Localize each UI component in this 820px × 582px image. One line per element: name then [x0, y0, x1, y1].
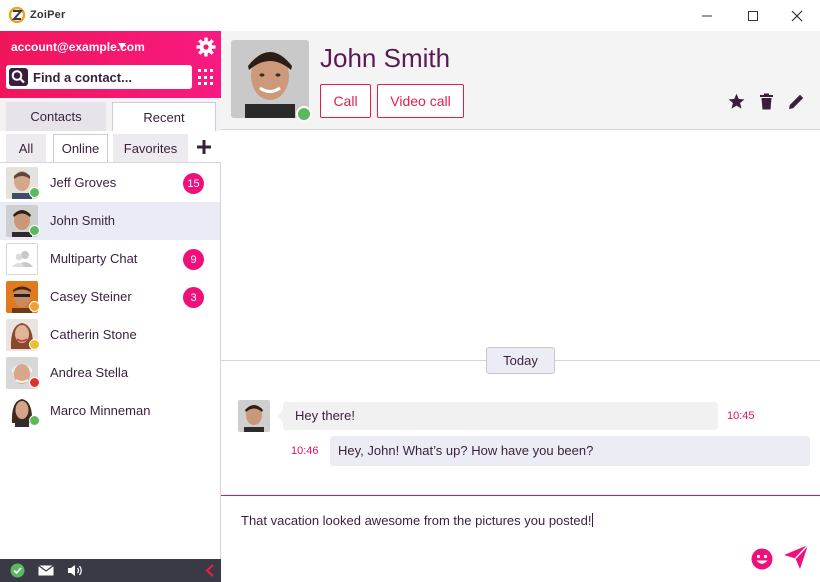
contact-name: Andrea Stella	[50, 365, 129, 380]
contact-search	[6, 65, 192, 89]
avatar	[238, 400, 270, 432]
status-online-icon	[296, 106, 312, 122]
call-button[interactable]: Call	[320, 84, 371, 118]
contact-name: Multiparty Chat	[50, 251, 138, 266]
day-label: Today	[486, 347, 555, 374]
emoji-icon[interactable]	[751, 548, 773, 570]
trash-icon[interactable]	[758, 93, 775, 110]
message-bubble-incoming: Hey there!	[277, 402, 718, 430]
gear-icon[interactable]	[196, 37, 216, 57]
list-item[interactable]: Casey Steiner 3	[0, 278, 220, 316]
filter-all[interactable]: All	[6, 134, 46, 162]
list-item[interactable]: John Smith	[0, 202, 220, 240]
filter-tabs: All Online Favorites	[0, 131, 221, 163]
star-icon[interactable]	[728, 93, 745, 110]
tab-recent[interactable]: Recent	[112, 102, 216, 131]
list-item[interactable]: Catherin Stone	[0, 316, 220, 354]
close-icon	[791, 10, 803, 21]
account-header: account@example.com	[0, 31, 221, 98]
status-bar	[0, 559, 221, 582]
message-time: 10:46	[291, 445, 319, 457]
maximize-button[interactable]	[730, 0, 776, 31]
dialpad-icon[interactable]	[198, 69, 215, 86]
contact-name: Jeff Groves	[50, 175, 117, 190]
contact-header: John Smith Call Video call	[221, 31, 820, 130]
avatar	[231, 40, 309, 118]
text-caret	[592, 513, 594, 527]
message-composer[interactable]: That vacation looked awesome from the pi…	[221, 495, 820, 582]
message-input[interactable]: That vacation looked awesome from the pi…	[241, 513, 594, 528]
status-away-icon	[29, 301, 40, 312]
unread-badge: 3	[183, 287, 204, 308]
status-online-icon	[29, 415, 40, 426]
filter-online[interactable]: Online	[53, 134, 108, 162]
minimize-icon	[702, 15, 712, 16]
contact-title: John Smith	[320, 43, 451, 73]
status-online-icon	[29, 225, 40, 236]
left-panel: account@example.com Find a contact... Co…	[0, 31, 221, 582]
send-icon[interactable]	[783, 544, 809, 570]
contact-name: Casey Steiner	[50, 289, 132, 304]
list-item[interactable]: Jeff Groves 15	[0, 164, 220, 202]
search-icon	[9, 68, 28, 86]
title-bar: ZoiPer	[0, 0, 820, 31]
filter-favorites[interactable]: Favorites	[113, 134, 188, 162]
mail-icon[interactable]	[38, 565, 54, 576]
message-bubble-outgoing: Hey, John! What’s up? How have you been?	[330, 436, 810, 466]
unread-badge: 15	[183, 173, 204, 194]
list-item[interactable]: Multiparty Chat 9	[0, 240, 220, 278]
online-status-icon[interactable]	[10, 563, 25, 578]
search-input[interactable]	[33, 65, 189, 89]
unread-badge: 9	[183, 249, 204, 270]
chevron-left-icon[interactable]	[205, 564, 214, 577]
app-logo: ZoiPer	[8, 7, 65, 23]
chevron-down-icon[interactable]	[118, 43, 126, 49]
list-item[interactable]: Marco Minneman	[0, 392, 220, 430]
contact-name: Marco Minneman	[50, 403, 151, 418]
status-busy-icon	[29, 377, 40, 388]
message-time: 10:45	[727, 410, 755, 422]
plus-icon[interactable]	[196, 139, 212, 155]
main-tabs: Contacts Recent	[0, 98, 221, 131]
message-input-text: That vacation looked awesome from the pi…	[241, 513, 592, 528]
contact-name: John Smith	[50, 213, 116, 228]
speaker-icon[interactable]	[67, 564, 84, 577]
contact-name: Catherin Stone	[50, 327, 137, 342]
group-avatar-icon	[6, 243, 38, 275]
contact-list: Jeff Groves 15 John Smith Multiparty Cha…	[0, 164, 221, 430]
close-button[interactable]	[774, 0, 820, 31]
maximize-icon	[748, 10, 758, 21]
status-idle-icon	[29, 339, 40, 350]
chat-area: Today Hey there! 10:45 10:46 Hey, John! …	[221, 131, 820, 495]
minimize-button[interactable]	[684, 0, 730, 31]
zoiper-logo-icon	[8, 7, 26, 23]
pencil-icon[interactable]	[788, 93, 805, 110]
status-online-icon	[29, 187, 40, 198]
list-item[interactable]: Andrea Stella	[0, 354, 220, 392]
video-call-button[interactable]: Video call	[377, 84, 464, 118]
tab-contacts[interactable]: Contacts	[6, 102, 106, 131]
app-name: ZoiPer	[30, 9, 66, 21]
